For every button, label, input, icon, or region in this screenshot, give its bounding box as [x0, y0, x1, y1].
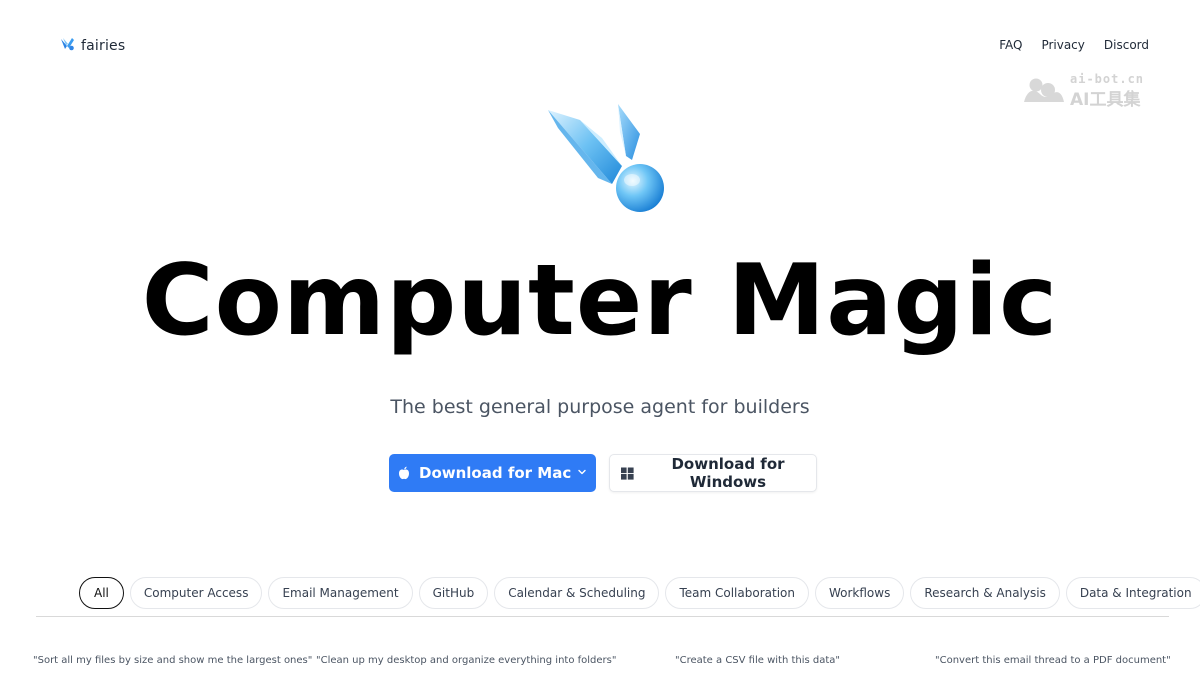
top-bar: fairies FAQ Privacy Discord: [0, 0, 1200, 90]
category-tabs: All Computer Access Email Management Git…: [79, 577, 1200, 609]
nav-faq-link[interactable]: FAQ: [999, 38, 1022, 52]
watermark: ai-bot.cn AI工具集: [1022, 72, 1152, 110]
tab-all[interactable]: All: [79, 577, 124, 609]
top-nav: FAQ Privacy Discord: [999, 38, 1149, 52]
download-mac-button[interactable]: Download for Mac: [389, 454, 596, 492]
hero-headline: Computer Magic: [141, 244, 1059, 358]
divider: [36, 616, 1169, 617]
hero-subtitle: The best general purpose agent for build…: [390, 396, 810, 418]
brand-logo[interactable]: fairies: [60, 36, 125, 55]
windows-icon: [621, 467, 634, 480]
example-prompt[interactable]: "Clean up my desktop and organize everyt…: [316, 655, 616, 666]
tab-research-analysis[interactable]: Research & Analysis: [910, 577, 1060, 609]
example-prompt[interactable]: "Create a CSV file with this data": [675, 655, 840, 666]
fairy-wing-icon: [60, 36, 77, 55]
nav-privacy-link[interactable]: Privacy: [1041, 38, 1084, 52]
example-prompt[interactable]: "Sort all my files by size and show me t…: [33, 655, 312, 666]
download-windows-button[interactable]: Download for Windows: [609, 454, 817, 492]
watermark-logo-icon: [1024, 78, 1064, 102]
tab-data-integration[interactable]: Data & Integration: [1065, 577, 1200, 609]
watermark-title: AI工具集: [1070, 90, 1141, 110]
example-prompt[interactable]: "Convert this email thread to a PDF docu…: [935, 655, 1171, 666]
download-windows-label: Download for Windows: [671, 455, 785, 491]
fairy-crystal-icon: [540, 98, 670, 222]
tab-calendar-scheduling[interactable]: Calendar & Scheduling: [494, 577, 660, 609]
chevron-down-icon[interactable]: [577, 466, 587, 481]
apple-icon: [397, 466, 411, 480]
tab-team-collaboration[interactable]: Team Collaboration: [665, 577, 809, 609]
brand-name: fairies: [81, 37, 126, 54]
nav-discord-link[interactable]: Discord: [1104, 38, 1149, 52]
watermark-domain: ai-bot.cn: [1070, 72, 1145, 86]
tab-github[interactable]: GitHub: [418, 577, 489, 609]
tab-computer-access[interactable]: Computer Access: [129, 577, 263, 609]
tab-workflows[interactable]: Workflows: [814, 577, 905, 609]
tab-email-management[interactable]: Email Management: [268, 577, 413, 609]
download-mac-label: Download for Mac: [419, 464, 572, 482]
